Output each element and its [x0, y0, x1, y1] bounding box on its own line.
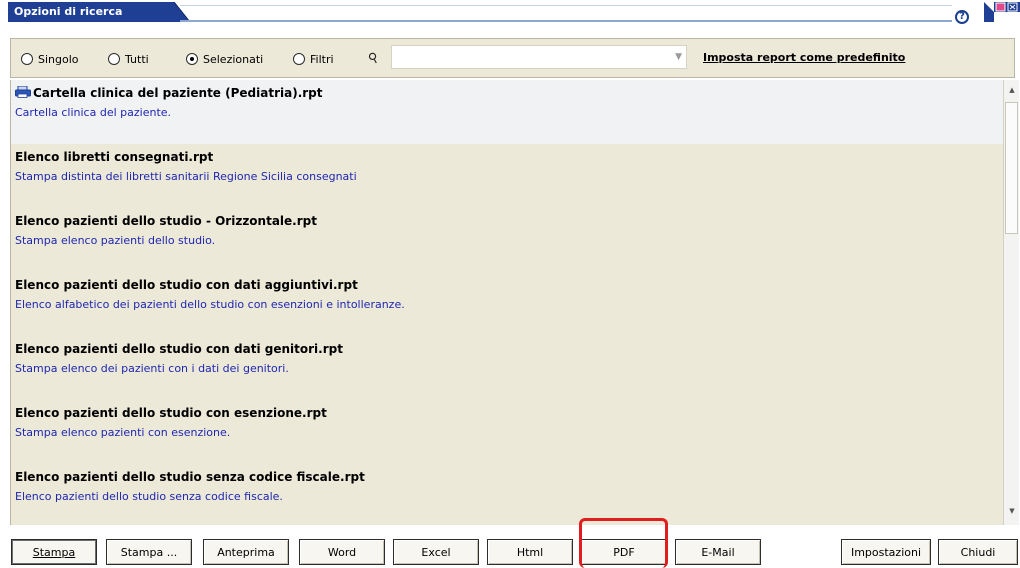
- pdf-highlight-annotation: [579, 518, 668, 568]
- report-description: Cartella clinica del paziente.: [15, 106, 172, 119]
- stampa-options-button[interactable]: Stampa ...: [106, 539, 192, 565]
- html-button[interactable]: Html: [487, 539, 573, 565]
- radio-icon: [108, 53, 120, 65]
- excel-label: Excel: [421, 545, 451, 559]
- title-tab: Opzioni di ricerca: [8, 2, 190, 22]
- word-label: Word: [327, 545, 357, 559]
- list-item[interactable]: Elenco libretti consegnati.rpt Stampa di…: [11, 144, 1003, 208]
- radio-tutti[interactable]: Tutti: [108, 51, 149, 67]
- radio-icon: [21, 53, 33, 65]
- chiudi-label: Chiudi: [960, 545, 996, 559]
- stampa-button[interactable]: Stampa: [11, 539, 97, 565]
- radio-filtri-label: Filtri: [310, 52, 334, 66]
- report-description: Stampa elenco dei pazienti con i dati de…: [15, 362, 289, 375]
- email-button[interactable]: E-Mail: [675, 539, 761, 565]
- scroll-thumb[interactable]: [1005, 102, 1018, 234]
- report-description: Elenco pazienti dello studio senza codic…: [15, 490, 283, 503]
- filter-bar: Singolo Tutti Selezionati Filtri ⚲ ▼ Imp…: [10, 38, 1015, 78]
- report-description: Stampa distinta dei libretti sanitarii R…: [15, 170, 357, 183]
- email-label: E-Mail: [701, 545, 735, 559]
- report-description: Elenco alfabetico dei pazienti dello stu…: [15, 298, 405, 311]
- report-title: Elenco pazienti dello studio con esenzio…: [15, 406, 327, 420]
- printer-icon: [15, 86, 31, 98]
- report-title: Elenco pazienti dello studio con dati ag…: [15, 278, 358, 292]
- radio-icon: [293, 53, 305, 65]
- list-item[interactable]: Elenco pazienti dello studio - Orizzonta…: [11, 208, 1003, 272]
- filter-combo[interactable]: ▼: [391, 45, 687, 69]
- radio-tutti-label: Tutti: [125, 52, 149, 66]
- scroll-up-icon[interactable]: ▲: [1007, 86, 1017, 96]
- report-title: Elenco pazienti dello studio - Orizzonta…: [15, 214, 317, 228]
- radio-selezionati-label: Selezionati: [203, 52, 264, 66]
- anteprima-label: Anteprima: [217, 545, 275, 559]
- report-title: Elenco libretti consegnati.rpt: [15, 150, 214, 164]
- list-item[interactable]: Elenco pazienti dello studio con dati ge…: [11, 336, 1003, 400]
- report-description: Stampa elenco pazienti con esenzione.: [15, 426, 231, 439]
- window-title: Opzioni di ricerca: [14, 5, 123, 18]
- list-item[interactable]: Elenco pazienti dello studio senza codic…: [11, 464, 1003, 525]
- stampa-button-label: Stampa: [32, 545, 76, 559]
- filter-key-icon[interactable]: ⚲: [366, 50, 382, 68]
- list-item[interactable]: Elenco pazienti dello studio con dati ag…: [11, 272, 1003, 336]
- excel-button[interactable]: Excel: [393, 539, 479, 565]
- minimize-icon[interactable]: [995, 2, 1006, 12]
- set-default-report-link[interactable]: Imposta report come predefinito: [703, 51, 905, 64]
- report-title: Elenco pazienti dello studio con dati ge…: [15, 342, 343, 356]
- list-item[interactable]: Elenco pazienti dello studio con esenzio…: [11, 400, 1003, 464]
- stampa-options-label: Stampa ...: [120, 545, 178, 559]
- report-list: Cartella clinica del paziente (Pediatria…: [10, 80, 1003, 525]
- radio-singolo-label: Singolo: [38, 52, 79, 66]
- window-controls: [984, 2, 1020, 22]
- impostazioni-label: Impostazioni: [850, 545, 922, 559]
- word-button[interactable]: Word: [299, 539, 385, 565]
- list-scrollbar[interactable]: ▲ ▼: [1003, 80, 1019, 525]
- title-bar: Opzioni di ricerca ?: [0, 0, 1020, 30]
- report-description: Stampa elenco pazienti dello studio.: [15, 234, 216, 247]
- radio-selected-icon: [186, 53, 198, 65]
- report-title: Elenco pazienti dello studio senza codic…: [15, 470, 365, 484]
- radio-filtri[interactable]: Filtri: [293, 51, 334, 67]
- help-icon[interactable]: ?: [955, 10, 969, 24]
- chiudi-button[interactable]: Chiudi: [938, 539, 1018, 565]
- button-bar: Stampa Stampa ... Anteprima Word Excel H…: [0, 527, 1020, 568]
- html-label: Html: [516, 545, 544, 559]
- impostazioni-button[interactable]: Impostazioni: [841, 539, 931, 565]
- title-divider: [180, 20, 952, 22]
- scroll-down-icon[interactable]: ▼: [1007, 507, 1017, 517]
- report-search-window: Opzioni di ricerca ? Singolo Tutti Selez…: [0, 0, 1020, 568]
- list-item[interactable]: Cartella clinica del paziente (Pediatria…: [11, 80, 1003, 144]
- anteprima-button[interactable]: Anteprima: [203, 539, 289, 565]
- chevron-down-icon[interactable]: ▼: [675, 52, 682, 62]
- radio-selezionati[interactable]: Selezionati: [186, 51, 263, 67]
- report-title: Cartella clinica del paziente (Pediatria…: [15, 86, 323, 100]
- title-divider-top: [180, 5, 952, 6]
- report-title-text: Cartella clinica del paziente (Pediatria…: [33, 86, 323, 100]
- radio-singolo[interactable]: Singolo: [21, 51, 79, 67]
